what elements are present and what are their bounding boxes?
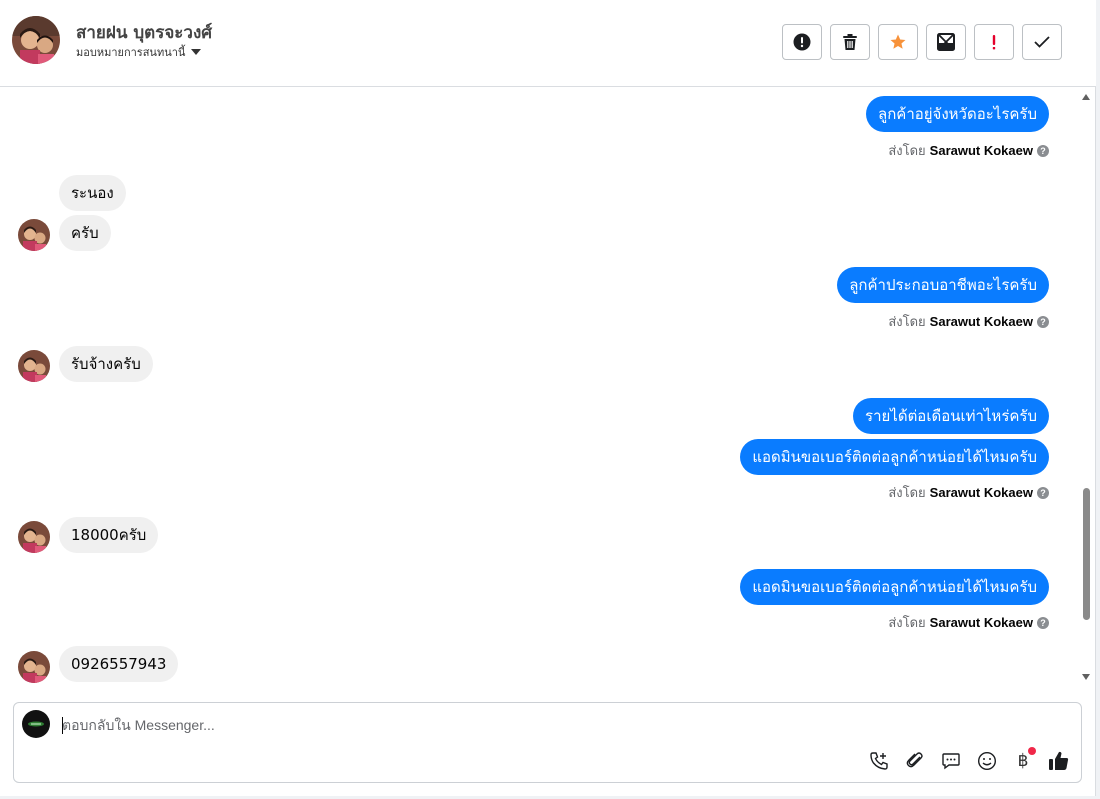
exclamation-icon xyxy=(992,35,996,50)
contact-name: สายฝน บุตรจะวงศ์ xyxy=(76,23,213,43)
agent-name: Sarawut Kokaew xyxy=(929,615,1033,630)
baht-icon[interactable]: ฿ xyxy=(1011,747,1036,773)
contact-avatar[interactable] xyxy=(12,16,60,64)
delete-button[interactable] xyxy=(830,24,870,60)
composer-toolbar: ฿ xyxy=(867,747,1071,773)
baht-symbol: ฿ xyxy=(1017,751,1029,771)
contact-avatar-small xyxy=(18,651,50,683)
phone-plus-icon[interactable] xyxy=(867,749,891,773)
emoji-icon[interactable] xyxy=(975,749,999,773)
check-icon xyxy=(1034,36,1050,48)
scrollbar-thumb[interactable] xyxy=(1083,488,1090,620)
page-avatar xyxy=(22,710,50,738)
sent-by-label: ส่งโดย Sarawut Kokaew ? xyxy=(888,612,1049,633)
outgoing-message[interactable]: รายได้ต่อเดือนเท่าไหร่ครับ xyxy=(853,398,1049,434)
agent-name: Sarawut Kokaew xyxy=(929,485,1033,500)
sent-by-prefix: ส่งโดย xyxy=(888,486,926,501)
paperclip-icon[interactable] xyxy=(903,749,927,773)
incoming-message[interactable]: 18000ครับ xyxy=(59,517,159,553)
incoming-message[interactable]: ครับ xyxy=(59,215,111,251)
sent-by-prefix: ส่งโดย xyxy=(888,616,926,631)
follow-up-button[interactable] xyxy=(974,24,1014,60)
conversation-panel: สายฝน บุตรจะวงศ์ มอบหมายการสนทนานี้ ลูกค… xyxy=(0,0,1096,796)
envelope-x-icon xyxy=(937,33,955,51)
help-icon[interactable]: ? xyxy=(1037,486,1049,499)
contact-avatar-small xyxy=(18,219,50,251)
reply-composer: ฿ xyxy=(13,702,1082,783)
help-icon[interactable]: ? xyxy=(1037,315,1049,328)
outgoing-message[interactable]: ลูกค้าประกอบอาชีพอะไรครับ xyxy=(837,267,1049,303)
trash-icon xyxy=(843,34,857,50)
reply-input[interactable] xyxy=(62,715,962,735)
agent-name: Sarawut Kokaew xyxy=(929,314,1033,329)
message-thread[interactable]: ลูกค้าอยู่จังหวัดอะไรครับ ส่งโดย Sarawut… xyxy=(0,88,1080,692)
contact-avatar-small xyxy=(18,521,50,553)
scroll-down-arrow-icon[interactable] xyxy=(1082,674,1090,680)
sent-by-label: ส่งโดย Sarawut Kokaew ? xyxy=(888,140,1049,161)
conversation-header: สายฝน บุตรจะวงศ์ มอบหมายการสนทนานี้ xyxy=(0,0,1096,87)
saved-reply-icon[interactable] xyxy=(939,749,963,773)
sent-by-label: ส่งโดย Sarawut Kokaew ? xyxy=(888,482,1049,503)
text-cursor xyxy=(62,717,63,734)
assign-label: มอบหมายการสนทนานี้ xyxy=(76,46,186,59)
spam-button[interactable] xyxy=(782,24,822,60)
help-icon[interactable]: ? xyxy=(1037,616,1049,629)
outgoing-message[interactable]: ลูกค้าอยู่จังหวัดอะไรครับ xyxy=(866,96,1049,132)
alert-circle-icon xyxy=(793,33,811,51)
scroll-up-arrow-icon[interactable] xyxy=(1082,94,1090,100)
help-icon[interactable]: ? xyxy=(1037,144,1049,157)
done-button[interactable] xyxy=(1022,24,1062,60)
contact-avatar-small xyxy=(18,350,50,382)
incoming-message[interactable]: ระนอง xyxy=(59,175,126,211)
outgoing-message[interactable]: แอดมินขอเบอร์ติดต่อลูกค้าหน่อยได้ไหมครับ xyxy=(740,439,1049,475)
incoming-message[interactable]: 0926557943 xyxy=(59,646,179,682)
notification-dot xyxy=(1028,747,1036,755)
assign-conversation-dropdown[interactable]: มอบหมายการสนทนานี้ xyxy=(76,43,202,61)
outgoing-message[interactable]: แอดมินขอเบอร์ติดต่อลูกค้าหน่อยได้ไหมครับ xyxy=(740,569,1049,605)
chevron-down-icon xyxy=(191,49,202,55)
sent-by-label: ส่งโดย Sarawut Kokaew ? xyxy=(888,311,1049,332)
mark-unread-button[interactable] xyxy=(926,24,966,60)
star-icon xyxy=(890,34,906,49)
star-button[interactable] xyxy=(878,24,918,60)
sent-by-prefix: ส่งโดย xyxy=(888,144,926,159)
conversation-toolbar xyxy=(782,24,1062,60)
incoming-message[interactable]: รับจ้างครับ xyxy=(59,346,153,382)
sent-by-prefix: ส่งโดย xyxy=(888,315,926,330)
thumbs-up-icon[interactable] xyxy=(1047,749,1071,773)
agent-name: Sarawut Kokaew xyxy=(929,143,1033,158)
